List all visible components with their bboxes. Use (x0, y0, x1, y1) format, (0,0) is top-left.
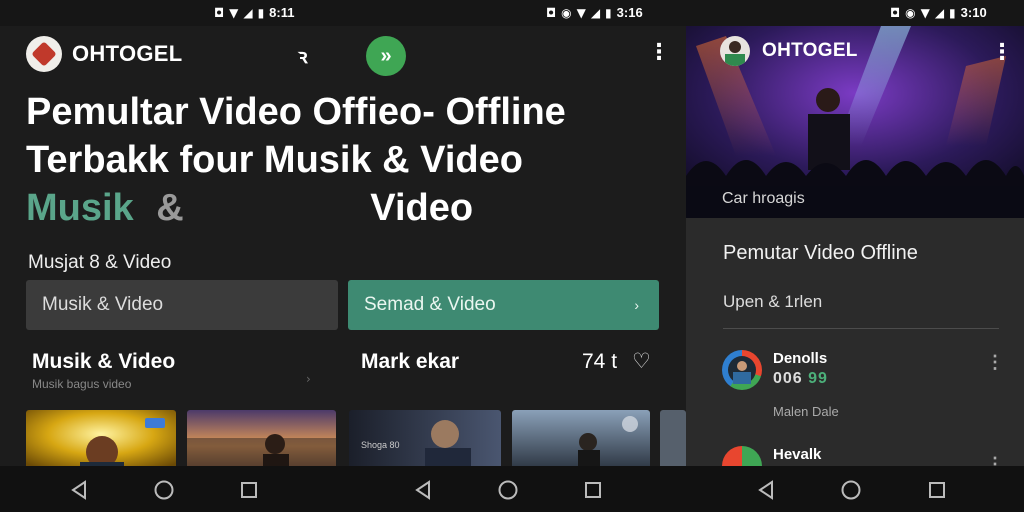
signal-icon: ◢ (934, 5, 945, 20)
status-time: 3:10 (960, 5, 987, 20)
home-icon (498, 480, 518, 500)
thumbnail-image (660, 410, 686, 470)
list-item-meta: Malen Dale (773, 404, 839, 419)
panel-subtitle[interactable]: Upen & 1rlen (723, 292, 822, 312)
headline-line2: Terbakk four Musik & Video (26, 139, 523, 181)
headline-line3: Musik & Video (26, 187, 474, 229)
row-title-left: Musik & Video (32, 350, 176, 373)
fast-forward-button[interactable]: » (366, 36, 406, 76)
banner-caption: Car hroagis (722, 190, 805, 207)
wifi-icon: ▼ (920, 5, 930, 20)
notification-icon: ◘ (546, 5, 557, 20)
back-button[interactable] (754, 478, 778, 502)
back-icon (415, 480, 430, 500)
more-vert-icon[interactable]: ⋮ (986, 352, 1004, 373)
fast-forward-icon: » (380, 44, 392, 67)
app-logo[interactable] (26, 36, 62, 72)
battery-icon: ▮ (257, 5, 265, 20)
profile-avatar[interactable] (720, 36, 750, 66)
status-bar: ◘ ▼ ◢ ▮ 8:11 ◘ ◉ ▼ ◢ ▮ 3:16 ◘ ◉ ▼ ◢ ▮ 3:… (0, 0, 1024, 26)
recents-icon (585, 482, 601, 498)
headline: Pemultar Video Offieo- Offline Terbakk f… (26, 88, 566, 232)
home-button[interactable] (496, 478, 520, 502)
category-field-right[interactable]: Semad & Video › (348, 280, 659, 330)
video-thumbnail-4[interactable] (512, 410, 650, 470)
back-button[interactable] (411, 478, 435, 502)
panel-title: Pemutar Video Offline (723, 242, 918, 264)
notification-icon: ◘ (890, 5, 901, 20)
more-vert-icon[interactable]: ⋮ (991, 40, 1013, 65)
detail-panel: OHTOGEL ⋮ Car hroagis Pemutar Video Offl… (686, 26, 1024, 486)
thumbnail-caption: Shoga 80 (361, 440, 400, 450)
category-field-left[interactable]: Musik & Video (26, 280, 338, 330)
section-label: Musjat 8 & Video (28, 252, 172, 273)
video-thumbnail-2[interactable] (187, 410, 336, 470)
alarm-icon: ◉ (905, 5, 916, 20)
back-icon (758, 480, 773, 500)
back-icon (71, 480, 86, 500)
status-icons-3: ◘ ◉ ▼ ◢ ▮ 3:10 (890, 5, 987, 20)
row-subtitle-left: Musik bagus video (32, 377, 132, 391)
app-header: OHTOGEL (26, 36, 182, 72)
alarm-icon: ◉ (561, 5, 572, 20)
signal-icon: ◢ (590, 5, 601, 20)
status-icons-2: ◘ ◉ ▼ ◢ ▮ 3:16 (546, 5, 643, 20)
recents-button[interactable] (237, 478, 261, 502)
video-thumbnail-5[interactable] (660, 410, 686, 470)
status-time: 3:16 (616, 5, 643, 20)
status-icons-1: ◘ ▼ ◢ ▮ 8:11 (214, 5, 294, 20)
status-time: 8:11 (269, 5, 295, 20)
video-thumbnail-3[interactable]: Shoga 80 (349, 410, 501, 470)
notification-icon: ◘ (214, 5, 225, 20)
thumbnail-image (187, 410, 336, 470)
battery-icon: ▮ (949, 5, 956, 20)
system-nav-bar (0, 466, 1024, 512)
count-label: 74 t (582, 350, 618, 373)
recents-icon (241, 482, 257, 498)
recents-icon (929, 482, 945, 498)
list-item-name: Hevalk (773, 446, 822, 463)
chevron-right-icon: › (634, 297, 639, 313)
row-title-middle: Mark ekar (361, 350, 460, 373)
heart-icon[interactable]: ♡ (632, 349, 651, 373)
app-name: OHTOGEL (72, 41, 183, 66)
wifi-icon: ▼ (576, 5, 586, 20)
list-item-count: 006 99 (773, 370, 828, 387)
avatar (722, 350, 762, 390)
app-name: OHTOGEL (762, 40, 858, 61)
battery-icon: ▮ (605, 5, 612, 20)
main-panel: OHTOGEL ꝛ » ⋮ Pemultar Video Offieo- Off… (0, 26, 686, 470)
concert-banner[interactable]: OHTOGEL ⋮ Car hroagis (686, 26, 1024, 218)
home-button[interactable] (839, 478, 863, 502)
search-icon[interactable]: ꝛ (298, 42, 307, 69)
headline-line1: Pemultar Video Offieo- Offline (26, 91, 566, 133)
home-icon (154, 480, 174, 500)
home-button[interactable] (152, 478, 176, 502)
signal-icon: ◢ (243, 5, 253, 20)
back-button[interactable] (67, 478, 91, 502)
thumbnail-image (512, 410, 650, 470)
divider (723, 328, 999, 329)
chevron-right-icon[interactable]: › (306, 372, 311, 386)
more-vert-icon[interactable]: ⋮ (648, 40, 670, 65)
recents-button[interactable] (581, 478, 605, 502)
wifi-icon: ▼ (229, 5, 239, 20)
recents-button[interactable] (925, 478, 949, 502)
home-icon (841, 480, 861, 500)
thumbnail-image (26, 410, 176, 470)
video-thumbnail-1[interactable] (26, 410, 176, 470)
list-item-name: Denolls (773, 350, 828, 367)
